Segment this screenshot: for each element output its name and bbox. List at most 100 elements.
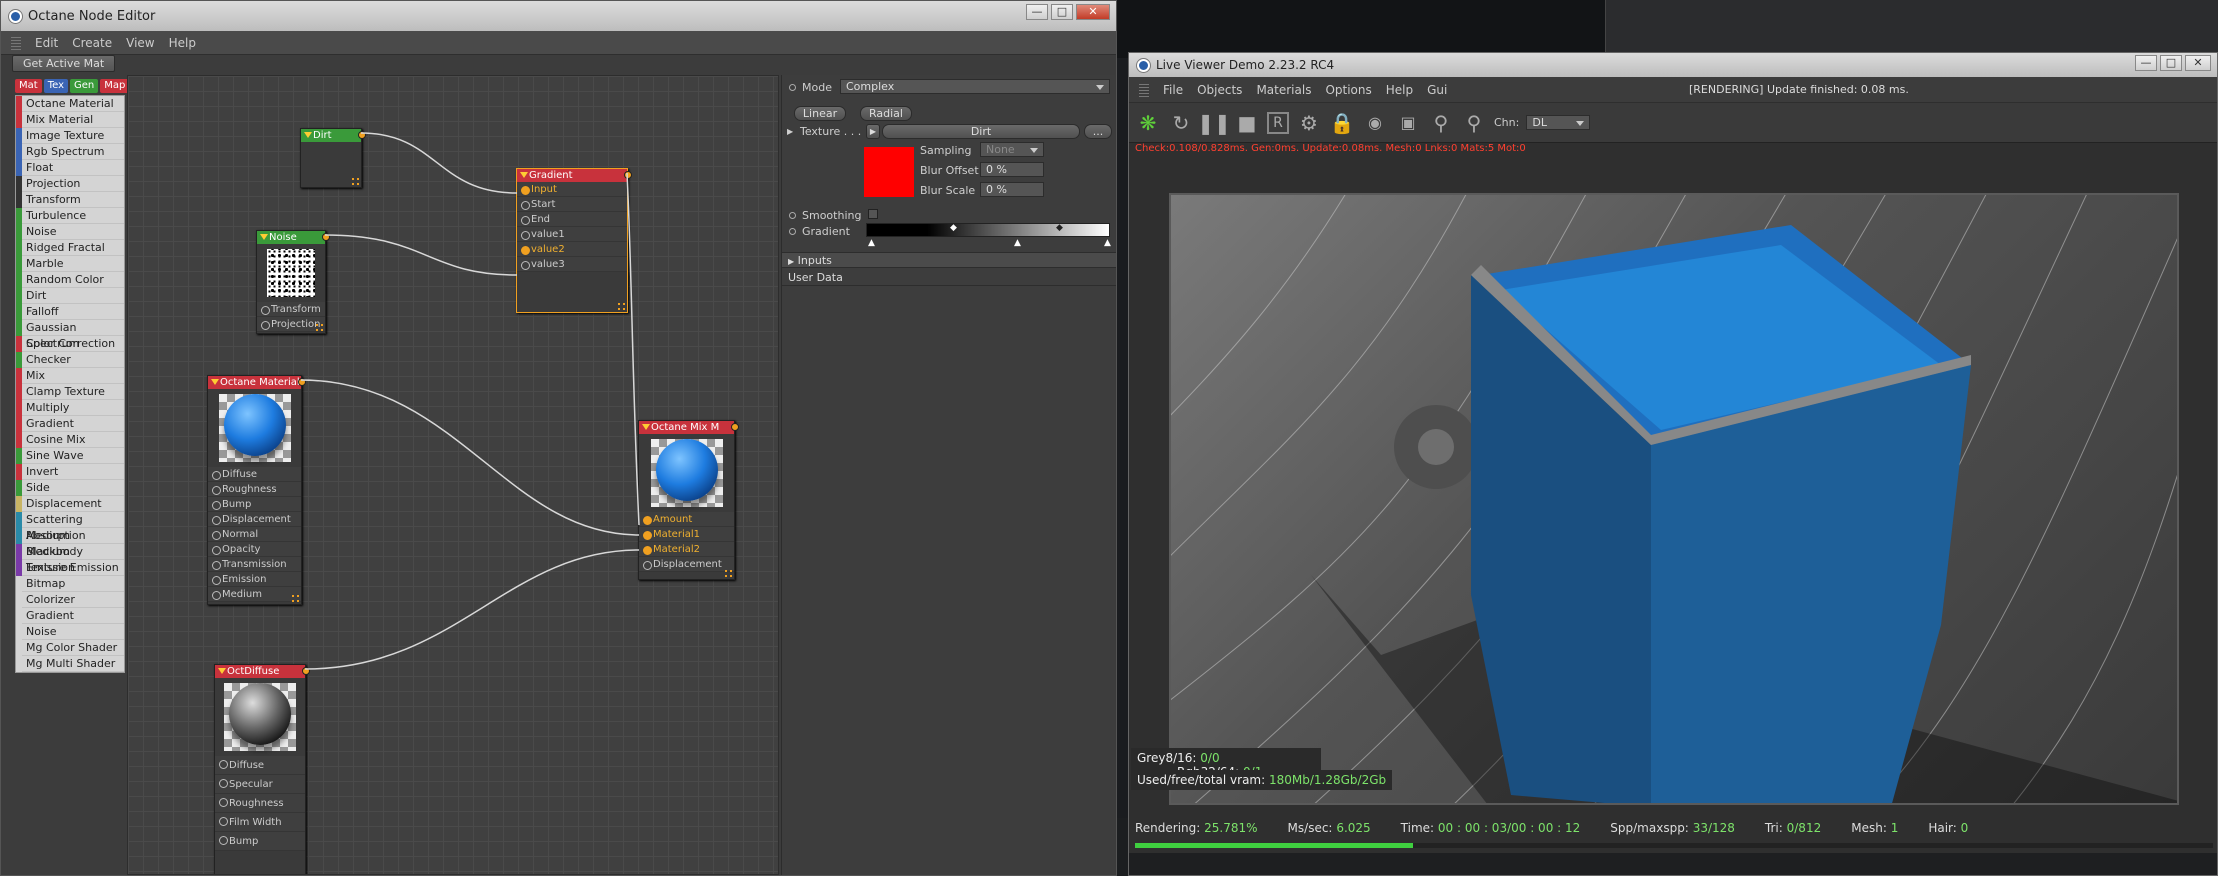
gradient-bar[interactable]	[866, 223, 1110, 237]
node-list-item[interactable]: Mix	[16, 368, 124, 384]
menu-help[interactable]: Help	[169, 36, 196, 50]
node-list-item[interactable]: Sine Wave	[16, 448, 124, 464]
close-button[interactable]: ✕	[1076, 4, 1110, 20]
node-list-item[interactable]: Gaussian Spectrum	[16, 320, 124, 350]
node-list-item[interactable]: Rgb Spectrum	[16, 144, 124, 160]
node-list-item[interactable]: Noise	[16, 624, 124, 640]
render-viewport[interactable]	[1169, 193, 2179, 805]
live-viewer-titlebar[interactable]: Live Viewer Demo 2.23.2 RC4 — □ ✕	[1129, 53, 2217, 77]
node-list-item[interactable]: Scattering Medium	[16, 512, 124, 542]
minimize-button[interactable]: —	[2135, 55, 2157, 71]
texture-more-button[interactable]: ...	[1084, 124, 1112, 139]
blur-scale-field[interactable]: 0 %	[980, 182, 1044, 197]
node-list-item[interactable]: Absorption Medium	[16, 528, 124, 558]
node-list-label: Mg Color Shader	[26, 641, 118, 654]
node-list-item[interactable]: Colorizer	[16, 592, 124, 608]
gradient-stop-icon[interactable]: ▲	[868, 238, 875, 248]
mode-radio[interactable]	[789, 84, 796, 91]
pick-material-icon[interactable]: ⚲	[1461, 110, 1487, 136]
expand-arrow-icon[interactable]: ▶	[787, 127, 793, 136]
node-list-item[interactable]: Random Color	[16, 272, 124, 288]
node-list-item[interactable]: Blackbody Emission	[16, 544, 124, 574]
smoothing-radio[interactable]	[789, 212, 796, 219]
node-list-item[interactable]: Mg Color Shader	[16, 640, 124, 656]
settings-gear-icon[interactable]: ⚙	[1296, 110, 1322, 136]
menu-materials[interactable]: Materials	[1256, 83, 1311, 97]
radial-button[interactable]: Radial	[860, 106, 912, 121]
node-list-item[interactable]: Float	[16, 160, 124, 176]
tab-tex[interactable]: Tex	[43, 79, 68, 93]
region-render-icon[interactable]: R	[1267, 111, 1289, 134]
menu-create[interactable]: Create	[72, 36, 112, 50]
get-active-mat-button[interactable]: Get Active Mat	[12, 55, 116, 72]
node-list-item[interactable]: Mix Material	[16, 112, 124, 128]
node-list-item[interactable]: Mg Multi Shader	[16, 656, 124, 672]
close-button[interactable]: ✕	[2185, 55, 2211, 71]
gradient-knot-icon[interactable]: ◆	[950, 223, 957, 233]
node-list-item[interactable]: Bitmap	[16, 576, 124, 592]
node-list-item[interactable]: Invert	[16, 464, 124, 480]
node-list-item[interactable]: Gradient	[16, 608, 124, 624]
menu-file[interactable]: File	[1163, 83, 1183, 97]
smoothing-checkbox[interactable]	[868, 209, 878, 219]
octane-render-icon[interactable]: ❋	[1135, 110, 1161, 136]
channel-dropdown[interactable]: DL	[1526, 115, 1591, 130]
menu-gui[interactable]: Gui	[1427, 83, 1447, 97]
mesh-stat: Mesh: 1	[1851, 821, 1899, 835]
node-editor-titlebar[interactable]: Octane Node Editor — □ ✕	[1, 1, 1116, 31]
texture-link-button[interactable]: Dirt	[882, 124, 1080, 139]
node-list-label: Transform	[26, 193, 81, 206]
refresh-icon[interactable]: ↻	[1168, 110, 1194, 136]
menu-options[interactable]: Options	[1325, 83, 1371, 97]
tab-gen[interactable]: Gen	[70, 79, 99, 93]
node-list-item[interactable]: Cosine Mix	[16, 432, 124, 448]
gradient-radio[interactable]	[789, 228, 796, 235]
node-list-item[interactable]: Image Texture	[16, 128, 124, 144]
node-list-item[interactable]: Dirt	[16, 288, 124, 304]
node-list-item[interactable]: Color Correction	[16, 336, 124, 352]
gradient-stop-icon[interactable]: ▲	[1104, 238, 1111, 248]
menu-edit[interactable]: Edit	[35, 36, 58, 50]
sampling-dropdown[interactable]: None	[980, 142, 1044, 157]
node-list-item[interactable]: Clamp Texture	[16, 384, 124, 400]
node-list-item[interactable]: Multiply	[16, 400, 124, 416]
node-list-item[interactable]: Projection	[16, 176, 124, 192]
node-list-item[interactable]: Ridged Fractal	[16, 240, 124, 256]
node-list-item[interactable]: Gradient	[16, 416, 124, 432]
material-ball-icon[interactable]: ◉	[1362, 110, 1388, 136]
node-list-item[interactable]: Checker	[16, 352, 124, 368]
wire-diffuse-to-mix	[304, 549, 640, 670]
category-color-chip	[16, 224, 22, 240]
user-data-section[interactable]: User Data	[782, 270, 1116, 286]
maximize-button[interactable]: □	[1051, 4, 1073, 20]
node-list-item[interactable]: Texture Emission	[16, 560, 124, 576]
node-list-item[interactable]: Turbulence	[16, 208, 124, 224]
pause-icon[interactable]: ❚❚	[1197, 110, 1231, 136]
linear-button[interactable]: Linear	[794, 106, 846, 121]
blur-offset-field[interactable]: 0 %	[980, 162, 1044, 177]
menu-objects[interactable]: Objects	[1197, 83, 1242, 97]
texture-color-swatch[interactable]	[864, 147, 914, 197]
clay-mode-icon[interactable]: ▣	[1395, 110, 1421, 136]
node-list-item[interactable]: Side	[16, 480, 124, 496]
tab-map[interactable]: Map	[100, 79, 130, 93]
inputs-section[interactable]: ▶ Inputs	[782, 252, 1116, 268]
texture-play-button[interactable]: ▶	[866, 124, 880, 139]
lock-icon[interactable]: 🔒	[1329, 110, 1355, 136]
maximize-button[interactable]: □	[2160, 55, 2182, 71]
gradient-knot-icon[interactable]: ◆	[1056, 223, 1063, 233]
menu-view[interactable]: View	[126, 36, 154, 50]
tab-mat[interactable]: Mat	[15, 79, 42, 93]
stop-icon[interactable]: ■	[1234, 110, 1260, 136]
mode-dropdown[interactable]: Complex	[840, 79, 1110, 94]
node-list-item[interactable]: Displacement	[16, 496, 124, 512]
node-list-item[interactable]: Falloff	[16, 304, 124, 320]
node-list-item[interactable]: Noise	[16, 224, 124, 240]
pick-focus-icon[interactable]: ⚲	[1428, 110, 1454, 136]
menu-help[interactable]: Help	[1386, 83, 1413, 97]
node-list-item[interactable]: Octane Material	[16, 96, 124, 112]
node-list-item[interactable]: Transform	[16, 192, 124, 208]
minimize-button[interactable]: —	[1026, 4, 1048, 20]
gradient-stop-icon[interactable]: ▲	[1014, 238, 1021, 248]
node-list-item[interactable]: Marble	[16, 256, 124, 272]
